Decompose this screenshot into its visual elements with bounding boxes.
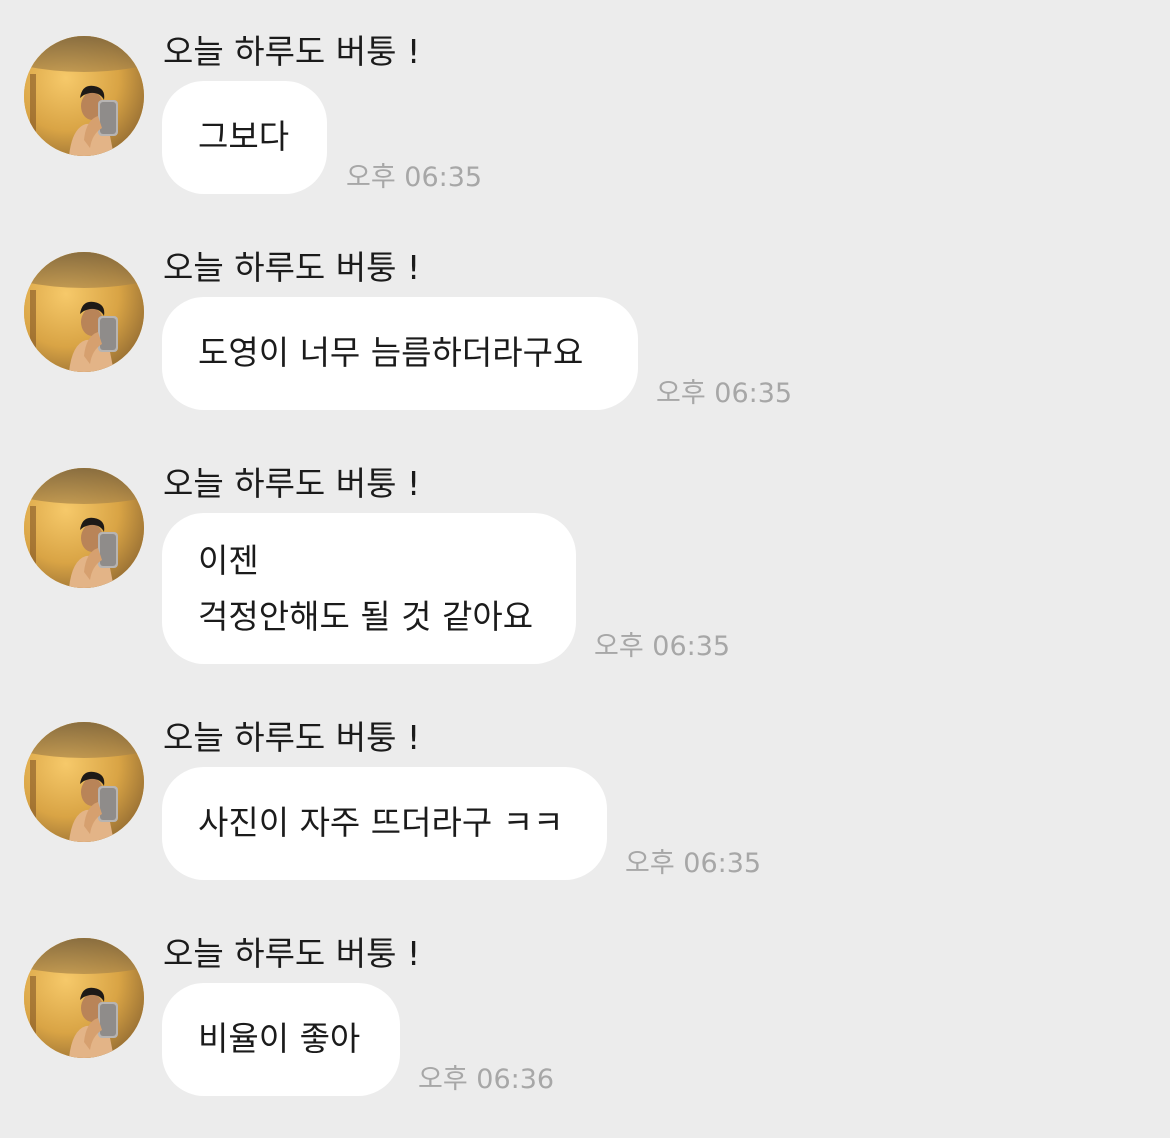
- avatar[interactable]: [24, 252, 144, 372]
- sender-name: 오늘 하루도 버퉁 !: [163, 32, 421, 71]
- message-item: 오늘 하루도 버퉁 ! 사진이 자주 뜨더라구 ㅋㅋ 오후 06:35: [0, 718, 1170, 922]
- avatar[interactable]: [24, 722, 144, 842]
- message-item: 오늘 하루도 버퉁 ! 그보다 오후 06:35: [0, 32, 1170, 236]
- profile-photo-icon: [24, 36, 144, 156]
- message-timestamp: 오후 06:35: [656, 378, 793, 409]
- message-item: 오늘 하루도 버퉁 ! 비율이 좋아 오후 06:36: [0, 934, 1170, 1138]
- message-bubble[interactable]: 그보다: [162, 81, 327, 194]
- message-bubble[interactable]: 도영이 너무 늠름하더라구요: [162, 297, 638, 410]
- message-timestamp: 오후 06:36: [418, 1064, 555, 1095]
- sender-name: 오늘 하루도 버퉁 !: [163, 718, 421, 757]
- profile-photo-icon: [24, 252, 144, 372]
- message-text: 그보다: [198, 117, 290, 156]
- message-timestamp: 오후 06:35: [594, 631, 731, 662]
- sender-name: 오늘 하루도 버퉁 !: [163, 464, 421, 503]
- profile-photo-icon: [24, 722, 144, 842]
- message-text: 이젠: [198, 541, 259, 580]
- message-timestamp: 오후 06:35: [346, 162, 483, 193]
- avatar[interactable]: [24, 938, 144, 1058]
- message-bubble[interactable]: 이젠 걱정안해도 될 것 같아요: [162, 513, 576, 664]
- message-text: 도영이 너무 늠름하더라구요: [198, 333, 584, 372]
- message-text: 걱정안해도 될 것 같아요: [198, 597, 534, 636]
- avatar[interactable]: [24, 36, 144, 156]
- message-item: 오늘 하루도 버퉁 ! 도영이 너무 늠름하더라구요 오후 06:35: [0, 248, 1170, 452]
- profile-photo-icon: [24, 468, 144, 588]
- message-item: 오늘 하루도 버퉁 ! 이젠 걱정안해도 될 것 같아요 오후 06:35: [0, 464, 1170, 668]
- message-text: 사진이 자주 뜨더라구 ㅋㅋ: [198, 803, 564, 842]
- message-text: 비율이 좋아: [198, 1019, 361, 1058]
- avatar[interactable]: [24, 468, 144, 588]
- message-bubble[interactable]: 비율이 좋아: [162, 983, 400, 1096]
- sender-name: 오늘 하루도 버퉁 !: [163, 934, 421, 973]
- message-bubble[interactable]: 사진이 자주 뜨더라구 ㅋㅋ: [162, 767, 607, 880]
- profile-photo-icon: [24, 938, 144, 1058]
- message-timestamp: 오후 06:35: [625, 848, 762, 879]
- sender-name: 오늘 하루도 버퉁 !: [163, 248, 421, 287]
